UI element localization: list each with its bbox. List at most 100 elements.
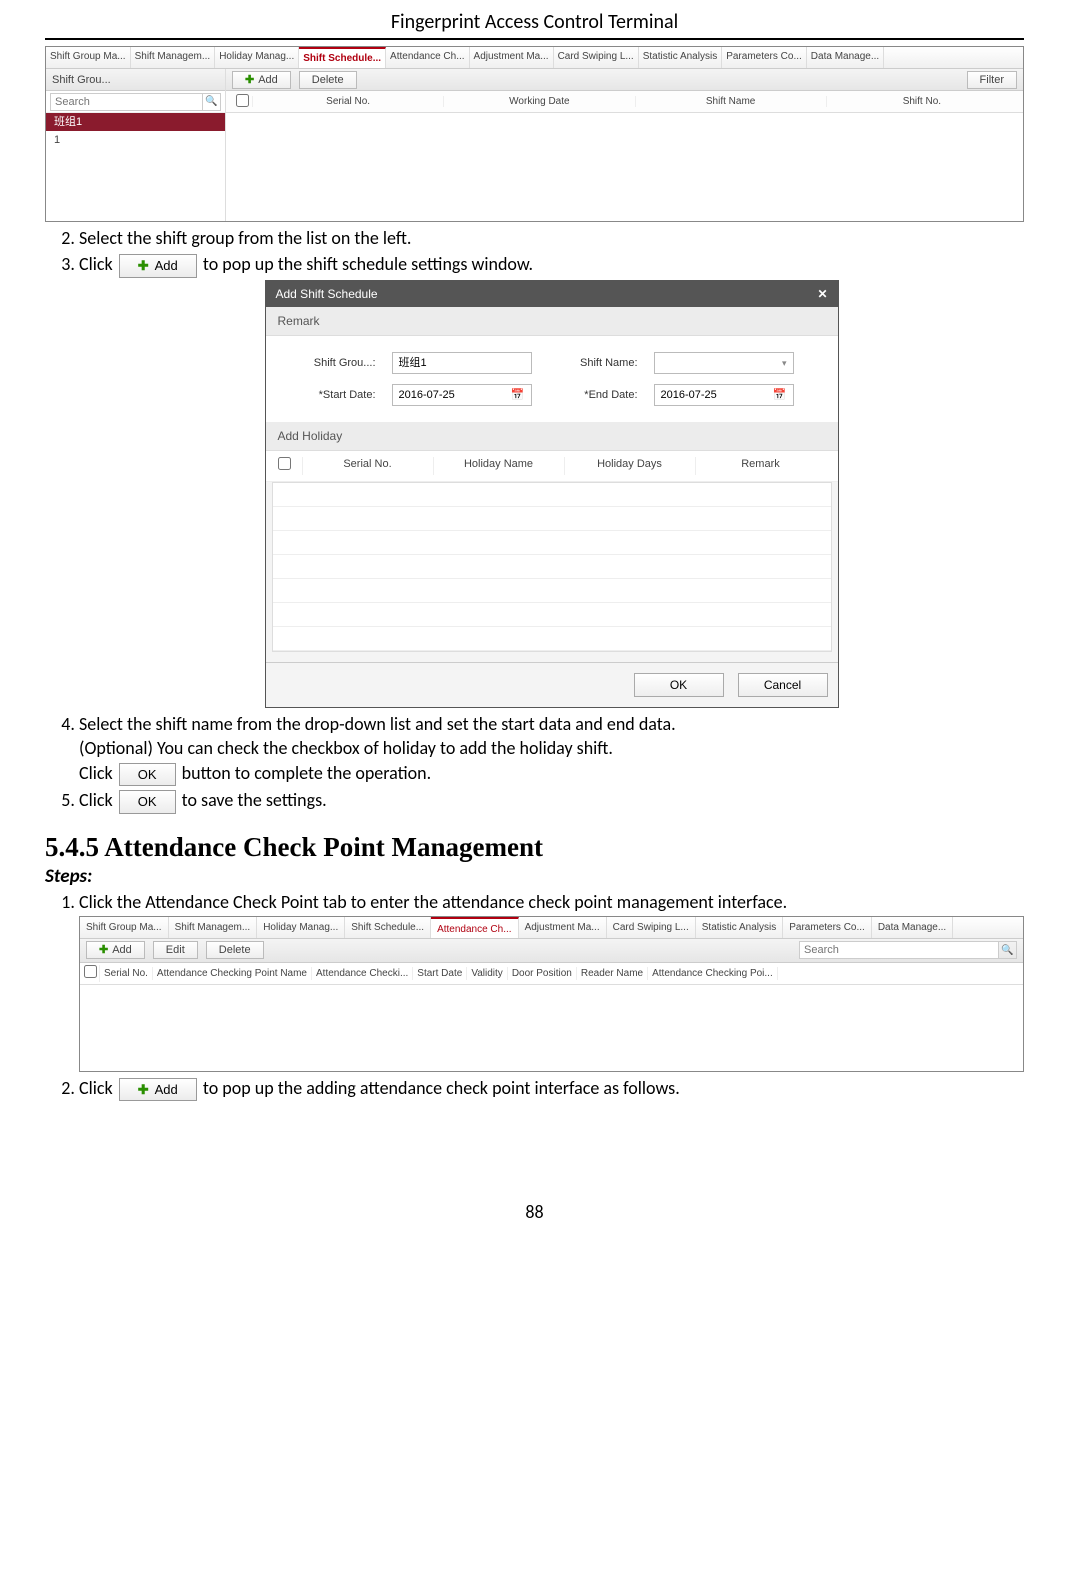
acp-step-2: Click ✚Add to pop up the adding attendan… <box>79 1076 1024 1101</box>
tab[interactable]: Parameters Co... <box>783 917 872 938</box>
tab-shift-schedule[interactable]: Shift Schedule... <box>299 47 386 68</box>
column-header: Validity <box>467 967 508 981</box>
cancel-button[interactable]: Cancel <box>738 673 828 697</box>
step-2: Select the shift group from the list on … <box>79 226 1024 250</box>
holiday-grid <box>272 482 832 652</box>
plus-icon: ✚ <box>138 258 149 273</box>
add-button-inline[interactable]: ✚Add <box>119 254 197 278</box>
ok-button-inline[interactable]: OK <box>119 790 176 814</box>
form: Shift Grou...: 班组1 Shift Name: ▾ *Start … <box>266 336 838 422</box>
page-header: Fingerprint Access Control Terminal <box>45 0 1024 40</box>
plus-icon: ✚ <box>138 1082 149 1097</box>
tab[interactable]: Data Manage... <box>807 47 884 68</box>
column-header: Shift No. <box>826 96 1017 107</box>
shift-group-label: Shift Grou...: <box>286 356 376 371</box>
tab[interactable]: Adjustment Ma... <box>470 47 554 68</box>
main-pane: ✚Add Delete Filter Serial No. Working Da… <box>226 69 1023 221</box>
table-row <box>273 579 831 603</box>
column-header: Working Date <box>443 96 634 107</box>
table-row <box>273 507 831 531</box>
edit-button[interactable]: Edit <box>153 941 198 959</box>
toolbar: ✚Add Edit Delete 🔍 <box>80 939 1023 963</box>
shift-name-field[interactable]: ▾ <box>654 352 794 374</box>
column-header: Serial No. <box>302 457 433 475</box>
dialog-title: Add Shift Schedule <box>276 281 378 307</box>
add-shift-schedule-dialog: Add Shift Schedule ✕ Remark Shift Grou..… <box>265 280 839 708</box>
column-header: Attendance Checking Poi... <box>648 967 778 981</box>
sidebar-item[interactable]: 班组1 <box>46 113 225 131</box>
add-button[interactable]: ✚Add <box>232 71 291 89</box>
toolbar: ✚Add Delete Filter <box>226 69 1023 91</box>
search-row: 🔍 <box>46 91 225 113</box>
remark-section: Remark <box>266 307 838 336</box>
tab[interactable]: Statistic Analysis <box>696 917 783 938</box>
page-number: 88 <box>45 1201 1024 1223</box>
search-row: 🔍 <box>799 941 1017 959</box>
shift-group-field[interactable]: 班组1 <box>392 352 532 374</box>
column-header: Reader Name <box>577 967 648 981</box>
tab[interactable]: Shift Managem... <box>169 917 258 938</box>
sidebar-header: Shift Grou... <box>46 69 225 91</box>
search-icon[interactable]: 🔍 <box>999 941 1017 959</box>
tab[interactable]: Statistic Analysis <box>639 47 722 68</box>
tab-row: Shift Group Ma... Shift Managem... Holid… <box>46 47 1023 69</box>
shift-name-label: Shift Name: <box>548 356 638 371</box>
end-date-label: *End Date: <box>548 388 638 403</box>
column-header: Start Date <box>413 967 467 981</box>
column-header: Serial No. <box>100 967 153 981</box>
plus-icon: ✚ <box>99 942 108 958</box>
tab[interactable]: Card Swiping L... <box>607 917 696 938</box>
column-headers: Serial No. Attendance Checking Point Nam… <box>80 963 1023 985</box>
end-date-field[interactable]: 2016-07-25📅 <box>654 384 794 406</box>
sidebar: Shift Grou... 🔍 班组1 1 <box>46 69 226 221</box>
tab-row: Shift Group Ma... Shift Managem... Holid… <box>80 917 1023 939</box>
steps-label: Steps: <box>45 865 1024 888</box>
tab[interactable]: Shift Schedule... <box>345 917 431 938</box>
dialog-footer: OK Cancel <box>266 662 838 707</box>
shift-schedule-screenshot: Shift Group Ma... Shift Managem... Holid… <box>45 46 1024 222</box>
filter-button[interactable]: Filter <box>967 71 1017 89</box>
holiday-columns: Serial No. Holiday Name Holiday Days Rem… <box>266 451 838 482</box>
add-button-inline[interactable]: ✚Add <box>119 1078 197 1102</box>
step-3: Click ✚Add to pop up the shift schedule … <box>79 252 1024 708</box>
dialog-titlebar: Add Shift Schedule ✕ <box>266 281 838 307</box>
tab[interactable]: Attendance Ch... <box>386 47 470 68</box>
column-header: Attendance Checki... <box>312 967 413 981</box>
tab[interactable]: Shift Managem... <box>131 47 216 68</box>
column-headers: Serial No. Working Date Shift Name Shift… <box>226 91 1023 113</box>
tab[interactable]: Holiday Manag... <box>257 917 345 938</box>
checkbox-column[interactable] <box>80 965 100 983</box>
acp-step-1: Click the Attendance Check Point tab to … <box>79 890 1024 1072</box>
tab[interactable]: Adjustment Ma... <box>519 917 607 938</box>
column-header: Serial No. <box>252 96 443 107</box>
close-icon[interactable]: ✕ <box>817 281 827 307</box>
ok-button[interactable]: OK <box>634 673 724 697</box>
calendar-icon: 📅 <box>773 388 787 403</box>
delete-button[interactable]: Delete <box>299 71 357 89</box>
checkbox-column[interactable] <box>278 457 302 475</box>
ok-button-inline[interactable]: OK <box>119 763 176 787</box>
column-header: Attendance Checking Point Name <box>153 967 312 981</box>
start-date-label: *Start Date: <box>286 388 376 403</box>
search-input[interactable] <box>799 941 999 959</box>
table-row <box>273 627 831 651</box>
search-icon[interactable]: 🔍 <box>203 93 221 111</box>
column-header: Door Position <box>508 967 577 981</box>
tab[interactable]: Holiday Manag... <box>215 47 299 68</box>
tab[interactable]: Shift Group Ma... <box>46 47 131 68</box>
delete-button[interactable]: Delete <box>206 941 264 959</box>
sidebar-item[interactable]: 1 <box>46 131 225 149</box>
tab-attendance-check[interactable]: Attendance Ch... <box>431 917 519 938</box>
chevron-down-icon: ▾ <box>782 357 787 369</box>
add-button[interactable]: ✚Add <box>86 941 145 959</box>
step-4: Select the shift name from the drop-down… <box>79 712 1024 786</box>
tab[interactable]: Data Manage... <box>872 917 953 938</box>
tab[interactable]: Shift Group Ma... <box>80 917 169 938</box>
tab[interactable]: Parameters Co... <box>722 47 807 68</box>
checkbox-column[interactable] <box>232 94 252 110</box>
search-input[interactable] <box>50 93 203 111</box>
tab[interactable]: Card Swiping L... <box>554 47 639 68</box>
column-header: Holiday Days <box>564 457 695 475</box>
column-header: Remark <box>695 457 826 475</box>
start-date-field[interactable]: 2016-07-25📅 <box>392 384 532 406</box>
